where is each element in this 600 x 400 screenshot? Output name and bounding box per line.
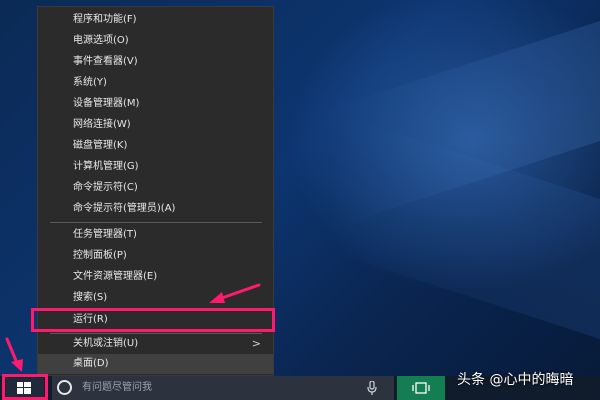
wallpaper-light-beam-upper [330,11,600,229]
menu-item-computer-management[interactable]: 计算机管理(G) [38,157,273,177]
menu-item-command-prompt-admin[interactable]: 命令提示符(管理员)(A) [38,199,273,219]
menu-item-control-panel[interactable]: 控制面板(P) [38,246,273,266]
menu-item-event-viewer[interactable]: 事件查看器(V) [38,52,273,72]
arrow-down-pointer-icon [5,337,23,372]
menu-item-power-options[interactable]: 电源选项(O) [38,31,273,51]
menu-item-network-connections[interactable]: 网络连接(W) [38,115,273,135]
start-button-highlight-box [2,374,48,400]
wallpaper-light-beam-lower [330,111,600,349]
chevron-right-icon: > [251,337,261,350]
menu-item-disk-management[interactable]: 磁盘管理(K) [38,136,273,156]
search-placeholder: 有问题尽管问我 [82,382,152,393]
menu-item-shutdown-signout[interactable]: 关机或注销(U) > [38,334,273,354]
menu-item-system[interactable]: 系统(Y) [38,73,273,93]
menu-item-shutdown-label: 关机或注销(U) [73,338,139,349]
menu-item-command-prompt[interactable]: 命令提示符(C) [38,178,273,198]
task-view-icon [412,382,430,394]
run-item-highlight-box [31,308,275,332]
watermark-text: 头条 @心中的晦暗 [457,372,574,388]
menu-item-programs-features[interactable]: 程序和功能(F) [38,10,273,30]
menu-item-task-manager[interactable]: 任务管理器(T) [38,225,273,245]
microphone-icon[interactable] [367,381,377,395]
menu-item-desktop[interactable]: 桌面(D) [38,354,273,374]
menu-item-device-manager[interactable]: 设备管理器(M) [38,94,273,114]
arrow-pointer-icon [209,283,261,303]
menu-separator [50,222,262,223]
cortana-circle-icon[interactable] [57,380,72,395]
